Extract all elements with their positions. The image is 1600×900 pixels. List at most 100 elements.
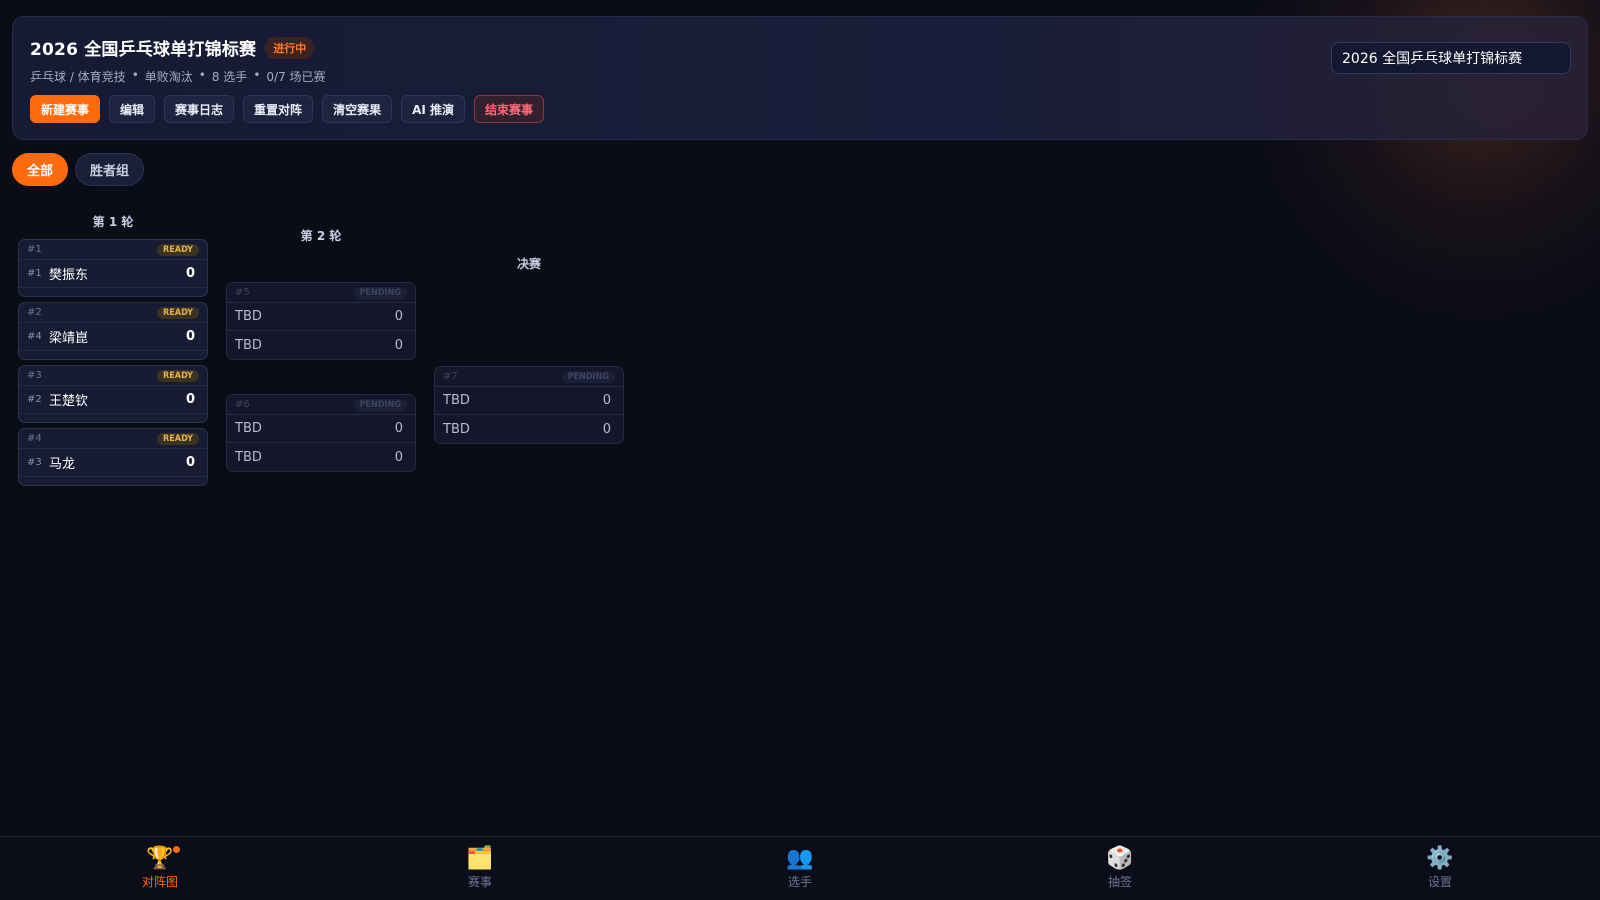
match-card[interactable]: #3 READY #2 王楚钦 0 [18,365,208,423]
action-toolbar: 新建赛事 编辑 赛事日志 重置对阵 清空赛果 AI 推演 结束赛事 [30,95,545,123]
match-id: #6 [235,399,250,410]
folder-icon: 🗂️ [466,846,494,871]
player-slot[interactable]: TBD 0 [435,415,623,443]
player-score: 0 [185,266,195,281]
filter-winners[interactable]: 胜者组 [75,153,145,186]
clear-results-button[interactable]: 清空赛果 [322,95,393,123]
player-score: 0 [394,309,403,324]
trophy-icon: 🏆 [146,846,174,871]
meta-category: 乒乓球 / 体育竞技 [30,70,126,84]
final-label: 决赛 [516,257,541,271]
nav-label: 设置 [1427,875,1452,889]
match-id: #3 [27,370,42,381]
round-1-label: 第 1 轮 [92,215,134,229]
nav-label: 选手 [787,875,812,889]
reset-bracket-button[interactable]: 重置对阵 [243,95,314,123]
match-status-tag: PENDING [353,398,407,411]
player-seed: #3 [27,457,42,468]
player-slot[interactable]: TBD 0 [227,415,415,443]
match-card[interactable]: #4 READY #3 马龙 0 [18,428,208,486]
meta-separator: • [253,68,261,82]
empty-slot [19,351,207,359]
match-card[interactable]: #2 READY #4 梁靖崑 0 [18,302,208,360]
empty-slot [19,288,207,296]
end-tournament-button[interactable]: 结束赛事 [474,95,545,123]
nav-label: 抽签 [1107,875,1132,889]
dice-icon: 🎲 [1106,846,1134,871]
player-score: 0 [394,337,403,353]
tournament-header: 2026 全国乒乓球单打锦标赛 进行中 乒乓球 / 体育竞技 • 单败淘汰 • … [12,16,1588,140]
bottom-nav: 🏆 对阵图 🗂️ 赛事 👥 选手 🎲 抽签 ⚙️ 设置 [0,836,1600,900]
match-id: #7 [443,371,458,382]
match-id: #1 [27,244,42,255]
player-name: TBD [443,393,470,408]
player-name: 樊振东 [49,268,89,283]
meta-format: 单败淘汰 [144,70,193,84]
player-name: 王楚钦 [49,394,89,409]
meta-progress: 0/7 场已赛 [266,70,326,84]
player-name: TBD [235,309,262,324]
player-name: TBD [235,337,262,353]
status-badge: 进行中 [265,36,315,59]
gear-icon: ⚙️ [1426,846,1454,871]
nav-label: 赛事 [467,875,492,889]
empty-slot [19,414,207,422]
tournament-title: 2026 全国乒乓球单打锦标赛 [30,40,257,60]
player-score: 0 [394,421,403,436]
player-seed: #2 [27,394,42,405]
edit-button[interactable]: 编辑 [109,95,156,123]
player-seed: #1 [27,268,42,279]
player-score: 0 [185,455,195,470]
tournament-meta: 乒乓球 / 体育竞技 • 单败淘汰 • 8 选手 • 0/7 场已赛 [30,68,326,85]
new-tournament-button[interactable]: 新建赛事 [30,95,101,123]
match-id: #2 [27,307,42,318]
match-status-tag: PENDING [353,286,407,299]
player-seed: #4 [27,331,42,342]
player-score: 0 [394,449,403,465]
match-card[interactable]: #6 PENDING TBD 0 TBD 0 [226,394,416,472]
match-id: #5 [235,287,250,298]
match-card[interactable]: #5 PENDING TBD 0 TBD 0 [226,282,416,360]
match-card[interactable]: #7 PENDING TBD 0 TBD 0 [434,366,624,444]
empty-slot [19,477,207,485]
player-slot[interactable]: #1 樊振东 0 [19,260,207,288]
player-name: TBD [235,449,262,465]
bracket-filters: 全部 胜者组 [12,153,145,186]
player-slot[interactable]: TBD 0 [227,443,415,471]
player-name: 马龙 [49,457,76,472]
meta-separator: • [198,68,206,82]
filter-all[interactable]: 全部 [12,153,69,186]
match-card[interactable]: #1 READY #1 樊振东 0 [18,239,208,297]
nav-item-tournaments[interactable]: 🗂️ 赛事 [320,837,640,900]
nav-label: 对阵图 [141,875,178,889]
round-2-label: 第 2 轮 [300,229,342,243]
player-slot[interactable]: TBD 0 [227,331,415,359]
player-score: 0 [602,421,611,437]
player-score: 0 [185,392,195,407]
player-slot[interactable]: TBD 0 [227,303,415,331]
match-status-tag: READY [157,306,199,319]
player-score: 0 [185,329,195,344]
nav-item-bracket[interactable]: 🏆 对阵图 [0,837,320,900]
player-slot[interactable]: #2 王楚钦 0 [19,386,207,414]
tournament-log-button[interactable]: 赛事日志 [164,95,235,123]
player-name: TBD [235,421,262,436]
meta-player-count: 8 选手 [211,70,248,84]
notification-dot [173,846,180,853]
player-slot[interactable]: #4 梁靖崑 0 [19,323,207,351]
nav-item-players[interactable]: 👥 选手 [640,837,960,900]
match-status-tag: READY [157,243,199,256]
ai-simulate-button[interactable]: AI 推演 [401,95,466,123]
player-slot[interactable]: TBD 0 [435,387,623,415]
tournament-name-input[interactable] [1331,42,1571,74]
nav-item-settings[interactable]: ⚙️ 设置 [1280,837,1600,900]
match-status-tag: READY [157,369,199,382]
player-slot[interactable]: #3 马龙 0 [19,449,207,477]
nav-item-draw[interactable]: 🎲 抽签 [960,837,1280,900]
meta-separator: • [131,68,139,82]
player-name: TBD [443,421,470,437]
player-name: 梁靖崑 [49,331,89,346]
match-status-tag: READY [157,432,199,445]
match-id: #4 [27,433,42,444]
match-status-tag: PENDING [561,370,615,383]
